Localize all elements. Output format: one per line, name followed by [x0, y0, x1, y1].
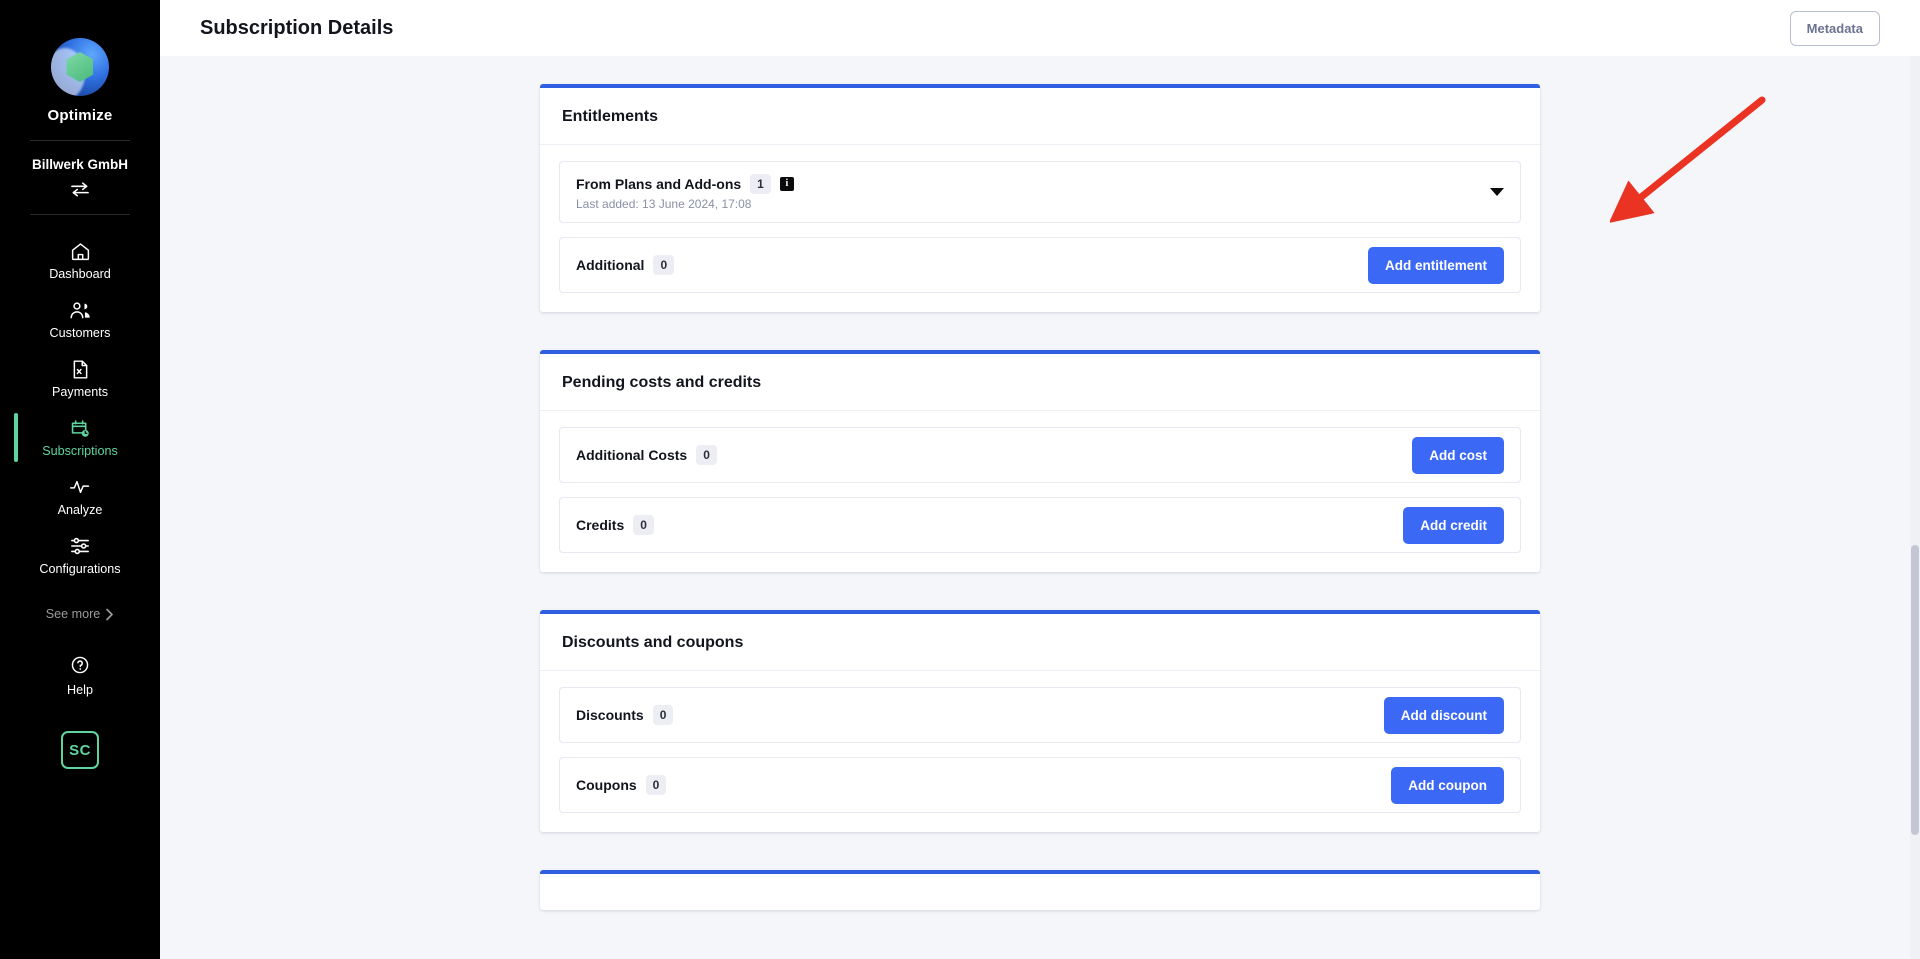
help-label: Help [67, 683, 93, 697]
avatar[interactable]: SC [61, 731, 99, 769]
calendar-clock-icon [69, 417, 91, 439]
sidebar-divider-bottom [30, 214, 130, 215]
add-cost-button[interactable]: Add cost [1412, 436, 1504, 474]
card-title: Pending costs and credits [540, 354, 1540, 411]
tenant-switcher[interactable]: Billwerk GmbH [32, 157, 128, 198]
add-credit-button[interactable]: Add credit [1403, 506, 1504, 544]
chevron-down-icon[interactable] [1490, 188, 1504, 196]
row-additional-entitlements: Additional 0 Add entitlement [559, 237, 1521, 293]
see-more-button[interactable]: See more [46, 607, 115, 621]
row-additional-costs: Additional Costs 0 Add cost [559, 427, 1521, 483]
card-body: Discounts 0 Add discount Coupons 0 Add c… [540, 671, 1540, 832]
optimize-logo-icon [50, 38, 109, 96]
sidebar-bottom: Help SC [0, 655, 160, 959]
card-body: Additional Costs 0 Add cost Credits 0 Ad… [540, 411, 1540, 572]
sidebar-divider-top [30, 140, 130, 141]
row-subtext: Last added: 13 June 2024, 17:08 [576, 196, 752, 211]
card-title: Entitlements [540, 88, 1540, 145]
card-discounts-and-coupons: Discounts and coupons Discounts 0 Add di… [540, 610, 1540, 832]
row-label: Additional Costs [576, 447, 688, 463]
pulse-icon [69, 476, 92, 498]
top-bar: Subscription Details Metadata [160, 0, 1920, 56]
product-logo-block: Optimize [48, 38, 113, 124]
sidebar-item-label: Customers [49, 326, 111, 340]
tenant-name: Billwerk GmbH [31, 157, 129, 172]
card-pending-costs-and-credits: Pending costs and credits Additional Cos… [540, 350, 1540, 572]
row-title-line: Additional 0 [576, 255, 675, 275]
card-body: From Plans and Add-ons 1 i Last added: 1… [540, 145, 1540, 312]
question-circle-icon [70, 655, 90, 678]
sidebar-item-configurations[interactable]: Configurations [0, 526, 160, 585]
count-badge: 0 [633, 515, 654, 535]
sidebar-item-label: Configurations [39, 562, 121, 576]
row-title-line: Credits 0 [576, 515, 654, 535]
add-coupon-button[interactable]: Add coupon [1391, 766, 1504, 804]
count-badge: 0 [653, 255, 675, 275]
card-title: Discounts and coupons [540, 614, 1540, 671]
row-discounts: Discounts 0 Add discount [559, 687, 1521, 743]
sidebar-item-payments[interactable]: Payments [0, 349, 160, 408]
row-title-line: From Plans and Add-ons 1 i [576, 173, 794, 194]
row-from-plans-and-addons[interactable]: From Plans and Add-ons 1 i Last added: 1… [559, 161, 1521, 223]
sidebar-item-label: Payments [52, 385, 108, 399]
sidebar-item-subscriptions[interactable]: Subscriptions [0, 408, 160, 467]
active-indicator [14, 413, 18, 462]
see-more-label: See more [45, 607, 101, 621]
row-label: Coupons [576, 777, 637, 793]
sidebar-item-label: Subscriptions [42, 444, 118, 458]
sidebar-item-dashboard[interactable]: Dashboard [0, 231, 160, 290]
home-icon [70, 240, 91, 262]
count-badge: 0 [696, 445, 717, 465]
row-label: From Plans and Add-ons [576, 175, 742, 192]
page-title: Subscription Details [200, 16, 394, 39]
chevron-right-icon [106, 608, 114, 620]
info-icon[interactable]: i [779, 176, 794, 191]
metadata-button[interactable]: Metadata [1789, 10, 1880, 46]
sidebar-item-customers[interactable]: Customers [0, 290, 160, 349]
count-badge: 0 [645, 775, 667, 795]
row-coupons: Coupons 0 Add coupon [559, 757, 1521, 813]
count-badge: 0 [652, 705, 674, 725]
product-name: Optimize [47, 107, 113, 124]
add-discount-button[interactable]: Add discount [1383, 696, 1504, 734]
users-icon [69, 299, 92, 321]
sidebar: Optimize Billwerk GmbH Dashboard Custome… [0, 0, 160, 959]
add-entitlement-button[interactable]: Add entitlement [1367, 246, 1504, 284]
row-content: From Plans and Add-ons 1 i Last added: 1… [576, 173, 794, 211]
switch-arrows-icon[interactable] [69, 180, 91, 198]
row-title-line: Discounts 0 [576, 705, 674, 725]
app-root: Optimize Billwerk GmbH Dashboard Custome… [0, 0, 1920, 959]
count-badge: 1 [750, 173, 771, 194]
row-label: Discounts [576, 707, 644, 723]
sidebar-item-label: Analyze [57, 503, 103, 517]
row-credits: Credits 0 Add credit [559, 497, 1521, 553]
sidebar-nav: Dashboard Customers Payments Subscriptio… [0, 231, 160, 621]
sidebar-item-analyze[interactable]: Analyze [0, 467, 160, 526]
hexagon-shape [66, 52, 94, 82]
document-icon [71, 358, 90, 380]
sliders-icon [69, 535, 91, 557]
help-button[interactable]: Help [67, 655, 93, 697]
main-area: Subscription Details Metadata Entitlemen… [160, 0, 1920, 959]
card-entitlements: Entitlements From Plans and Add-ons 1 i … [540, 84, 1540, 312]
card-next-partial [540, 870, 1540, 910]
row-title-line: Coupons 0 [576, 775, 667, 795]
sidebar-item-label: Dashboard [49, 267, 111, 281]
row-title-line: Additional Costs 0 [576, 445, 717, 465]
content-scroll-area[interactable]: Entitlements From Plans and Add-ons 1 i … [160, 56, 1920, 959]
row-label: Credits [576, 517, 625, 533]
row-label: Additional [576, 257, 645, 273]
vertical-scrollbar-track[interactable] [1910, 0, 1920, 959]
vertical-scrollbar-thumb[interactable] [1911, 545, 1919, 835]
